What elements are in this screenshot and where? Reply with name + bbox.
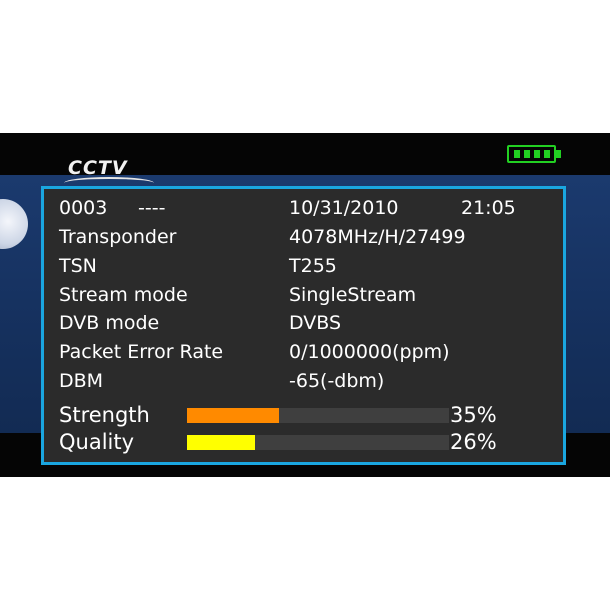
battery-full-icon <box>507 145 556 163</box>
row-label-packet-error-rate: Packet Error Rate <box>59 341 224 363</box>
row-label-dbm: DBM <box>59 370 104 392</box>
date: 10/31/2010 <box>289 197 399 219</box>
strength-bar-fill <box>187 408 279 423</box>
row-value-dvb-mode: DVBS <box>289 312 342 334</box>
channel-name: ---- <box>138 197 166 219</box>
row-label-dvb-mode: DVB mode <box>59 312 160 334</box>
row-label-stream-mode: Stream mode <box>59 284 188 306</box>
row-label-tsn: TSN <box>59 255 97 277</box>
signal-info-panel: 0003 ---- 10/31/2010 21:05 Transponder 4… <box>41 186 566 465</box>
logo-text: CCTV <box>68 157 128 179</box>
tv-screen: CCTV 0003 ---- 10/31/2010 21:05 Transpon… <box>0 133 610 477</box>
meter-label-quality: Quality <box>59 430 135 454</box>
row-value-stream-mode: SingleStream <box>289 284 417 306</box>
strength-percent: 35% <box>450 403 497 427</box>
quality-bar-fill <box>187 435 256 450</box>
strength-bar <box>187 408 449 423</box>
quality-percent: 26% <box>450 430 497 454</box>
channel-logo: CCTV <box>64 157 160 185</box>
channel-number: 0003 <box>59 197 108 219</box>
row-value-dbm: -65(-dbm) <box>289 370 385 392</box>
battery-cap <box>556 150 561 158</box>
row-value-tsn: T255 <box>289 255 337 277</box>
quality-bar <box>187 435 449 450</box>
time: 21:05 <box>461 197 516 219</box>
meter-label-strength: Strength <box>59 403 150 427</box>
row-value-packet-error-rate: 0/1000000(ppm) <box>289 341 450 363</box>
row-label-transponder: Transponder <box>59 226 177 248</box>
row-value-transponder: 4078MHz/H/27499 <box>289 226 466 248</box>
